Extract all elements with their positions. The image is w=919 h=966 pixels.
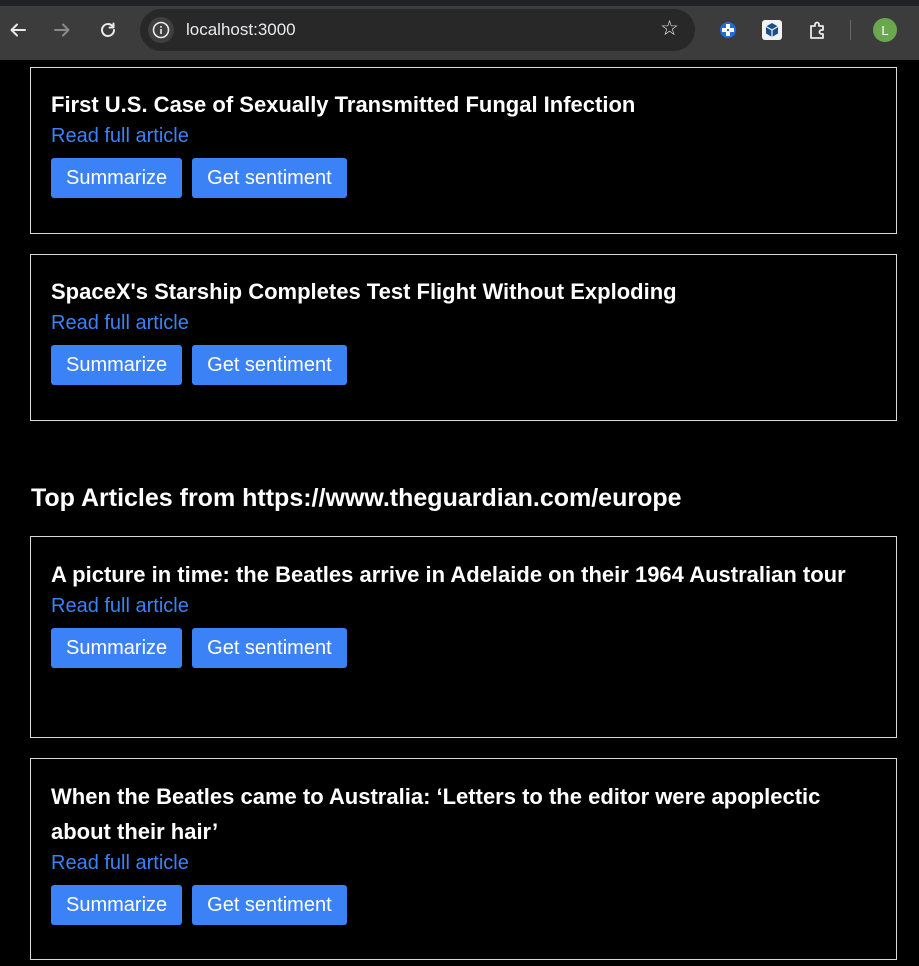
address-bar[interactable]: localhost:3000 ☆ bbox=[140, 9, 695, 51]
article-actions: Summarize Get sentiment bbox=[51, 158, 876, 198]
article-card: SpaceX's Starship Completes Test Flight … bbox=[30, 254, 897, 421]
reload-button[interactable] bbox=[94, 16, 122, 44]
summarize-button[interactable]: Summarize bbox=[51, 628, 183, 668]
get-sentiment-button[interactable]: Get sentiment bbox=[192, 885, 347, 925]
extension-button-2[interactable] bbox=[760, 18, 784, 42]
get-sentiment-button[interactable]: Get sentiment bbox=[192, 158, 347, 198]
article-card: When the Beatles came to Australia: ‘Let… bbox=[30, 758, 897, 960]
read-full-article-link[interactable]: Read full article bbox=[51, 849, 876, 878]
article-title: A picture in time: the Beatles arrive in… bbox=[51, 562, 846, 587]
read-full-article-link[interactable]: Read full article bbox=[51, 592, 876, 621]
toolbar-divider bbox=[850, 20, 851, 40]
arrow-left-icon bbox=[10, 23, 26, 37]
browser-toolbar: localhost:3000 ☆ L bbox=[0, 0, 919, 60]
extension-button-1[interactable] bbox=[716, 18, 740, 42]
blue-puzzle-extension-icon bbox=[720, 22, 736, 38]
bookmark-star-icon[interactable]: ☆ bbox=[660, 18, 679, 39]
get-sentiment-button[interactable]: Get sentiment bbox=[192, 345, 347, 385]
tab-strip-edge bbox=[0, 0, 919, 6]
read-full-article-link[interactable]: Read full article bbox=[51, 309, 876, 338]
puzzle-piece-icon bbox=[810, 21, 824, 39]
section-heading: Top Articles from https://www.theguardia… bbox=[31, 484, 682, 512]
profile-avatar[interactable]: L bbox=[873, 18, 897, 42]
get-sentiment-button[interactable]: Get sentiment bbox=[192, 628, 347, 668]
article-title: First U.S. Case of Sexually Transmitted … bbox=[51, 92, 636, 117]
reload-icon bbox=[101, 22, 115, 37]
extensions-menu-button[interactable] bbox=[806, 18, 830, 42]
site-info-button[interactable] bbox=[148, 17, 174, 43]
article-card: First U.S. Case of Sexually Transmitted … bbox=[30, 67, 897, 234]
page-content: First U.S. Case of Sexually Transmitted … bbox=[0, 60, 919, 966]
summarize-button[interactable]: Summarize bbox=[51, 885, 183, 925]
read-full-article-link[interactable]: Read full article bbox=[51, 122, 876, 151]
info-circle-icon bbox=[152, 21, 170, 39]
summarize-button[interactable]: Summarize bbox=[51, 345, 183, 385]
back-button[interactable] bbox=[4, 16, 32, 44]
article-actions: Summarize Get sentiment bbox=[51, 628, 876, 668]
article-title: SpaceX's Starship Completes Test Flight … bbox=[51, 279, 677, 304]
article-title: When the Beatles came to Australia: ‘Let… bbox=[51, 784, 821, 844]
cube-extension-icon bbox=[762, 20, 782, 40]
article-actions: Summarize Get sentiment bbox=[51, 345, 876, 385]
article-actions: Summarize Get sentiment bbox=[51, 885, 876, 925]
url-text[interactable]: localhost:3000 bbox=[186, 20, 296, 40]
arrow-right-icon bbox=[54, 23, 70, 37]
summarize-button[interactable]: Summarize bbox=[51, 158, 183, 198]
forward-button[interactable] bbox=[48, 16, 76, 44]
article-card: A picture in time: the Beatles arrive in… bbox=[30, 536, 897, 738]
